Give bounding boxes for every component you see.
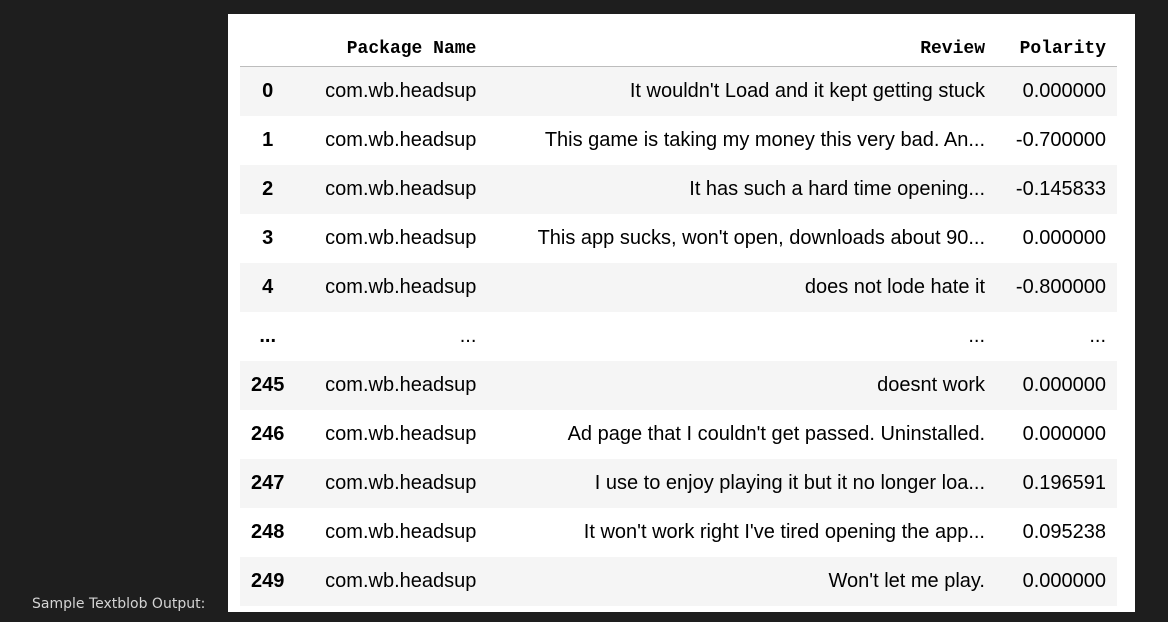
review-cell: This app sucks, won't open, downloads ab… bbox=[537, 227, 985, 249]
package-name-cell: com.wb.headsup bbox=[325, 80, 477, 102]
column-header-polarity: Polarity bbox=[996, 31, 1117, 67]
table-row: 2 com.wb.headsup It has such a hard time… bbox=[240, 165, 1117, 214]
package-name-cell: com.wb.headsup bbox=[325, 423, 477, 445]
dataframe-table: Package Name Review Polarity 0 com.wb.he… bbox=[240, 31, 1117, 606]
row-index: 0 bbox=[262, 80, 274, 102]
table-body: 0 com.wb.headsup It wouldn't Load and it… bbox=[240, 66, 1117, 606]
package-name-cell: com.wb.headsup bbox=[325, 227, 477, 249]
polarity-cell: 0.000000 bbox=[1022, 80, 1106, 102]
polarity-cell: 0.196591 bbox=[1022, 472, 1106, 494]
package-name-cell: ... bbox=[459, 325, 477, 347]
header-row: Package Name Review Polarity bbox=[240, 31, 1117, 67]
package-name-cell: com.wb.headsup bbox=[325, 472, 477, 494]
review-cell: I use to enjoy playing it but it no long… bbox=[594, 472, 985, 494]
review-cell: Ad page that I couldn't get passed. Unin… bbox=[567, 423, 985, 445]
review-cell: It won't work right I've tired opening t… bbox=[583, 521, 985, 543]
package-name-cell: com.wb.headsup bbox=[325, 521, 477, 543]
table-row: 245 com.wb.headsup doesnt work 0.000000 bbox=[240, 361, 1117, 410]
table-row: 248 com.wb.headsup It won't work right I… bbox=[240, 508, 1117, 557]
polarity-cell: 0.000000 bbox=[1022, 227, 1106, 249]
table-row: 246 com.wb.headsup Ad page that I couldn… bbox=[240, 410, 1117, 459]
column-header-package-name: Package Name bbox=[295, 31, 488, 67]
table-row: 4 com.wb.headsup does not lode hate it -… bbox=[240, 263, 1117, 312]
table-row: 1 com.wb.headsup This game is taking my … bbox=[240, 116, 1117, 165]
polarity-cell: 0.000000 bbox=[1022, 570, 1106, 592]
row-index: 246 bbox=[251, 423, 285, 445]
table-row: 3 com.wb.headsup This app sucks, won't o… bbox=[240, 214, 1117, 263]
polarity-cell: ... bbox=[1089, 325, 1106, 347]
package-name-cell: com.wb.headsup bbox=[325, 129, 477, 151]
row-index: 4 bbox=[262, 276, 274, 298]
table-row: 247 com.wb.headsup I use to enjoy playin… bbox=[240, 459, 1117, 508]
package-name-cell: com.wb.headsup bbox=[325, 374, 477, 396]
polarity-cell: 0.095238 bbox=[1022, 521, 1106, 543]
row-index: 2 bbox=[262, 178, 274, 200]
package-name-cell: com.wb.headsup bbox=[325, 570, 477, 592]
review-cell: Won't let me play. bbox=[828, 570, 985, 592]
table-row: 249 com.wb.headsup Won't let me play. 0.… bbox=[240, 557, 1117, 606]
row-index: 248 bbox=[251, 521, 285, 543]
polarity-cell: -0.800000 bbox=[1015, 276, 1106, 298]
polarity-cell: -0.145833 bbox=[1015, 178, 1106, 200]
review-cell: does not lode hate it bbox=[804, 276, 985, 298]
polarity-cell: -0.700000 bbox=[1015, 129, 1106, 151]
review-cell: It wouldn't Load and it kept getting stu… bbox=[629, 80, 985, 102]
index-header bbox=[240, 31, 296, 67]
row-index: 245 bbox=[251, 374, 285, 396]
column-header-review: Review bbox=[487, 31, 996, 67]
package-name-cell: com.wb.headsup bbox=[325, 276, 477, 298]
review-cell: This game is taking my money this very b… bbox=[544, 129, 985, 151]
row-index: 249 bbox=[251, 570, 285, 592]
review-cell: doesnt work bbox=[877, 374, 985, 396]
table-row: 0 com.wb.headsup It wouldn't Load and it… bbox=[240, 66, 1117, 116]
package-name-cell: com.wb.headsup bbox=[325, 178, 477, 200]
output-caption: Sample Textblob Output: bbox=[32, 596, 206, 612]
screen: Sample Textblob Output: Package Name Rev… bbox=[0, 0, 1168, 622]
review-cell: It has such a hard time opening... bbox=[689, 178, 985, 200]
dataframe-output-panel: Package Name Review Polarity 0 com.wb.he… bbox=[228, 14, 1135, 612]
row-index: 3 bbox=[262, 227, 274, 249]
table-header: Package Name Review Polarity bbox=[240, 31, 1117, 67]
row-index: 1 bbox=[262, 129, 274, 151]
row-index: ... bbox=[259, 325, 277, 347]
table-row-ellipsis: ... ... ... ... bbox=[240, 312, 1117, 361]
polarity-cell: 0.000000 bbox=[1022, 374, 1106, 396]
row-index: 247 bbox=[251, 472, 285, 494]
polarity-cell: 0.000000 bbox=[1022, 423, 1106, 445]
review-cell: ... bbox=[968, 325, 985, 347]
